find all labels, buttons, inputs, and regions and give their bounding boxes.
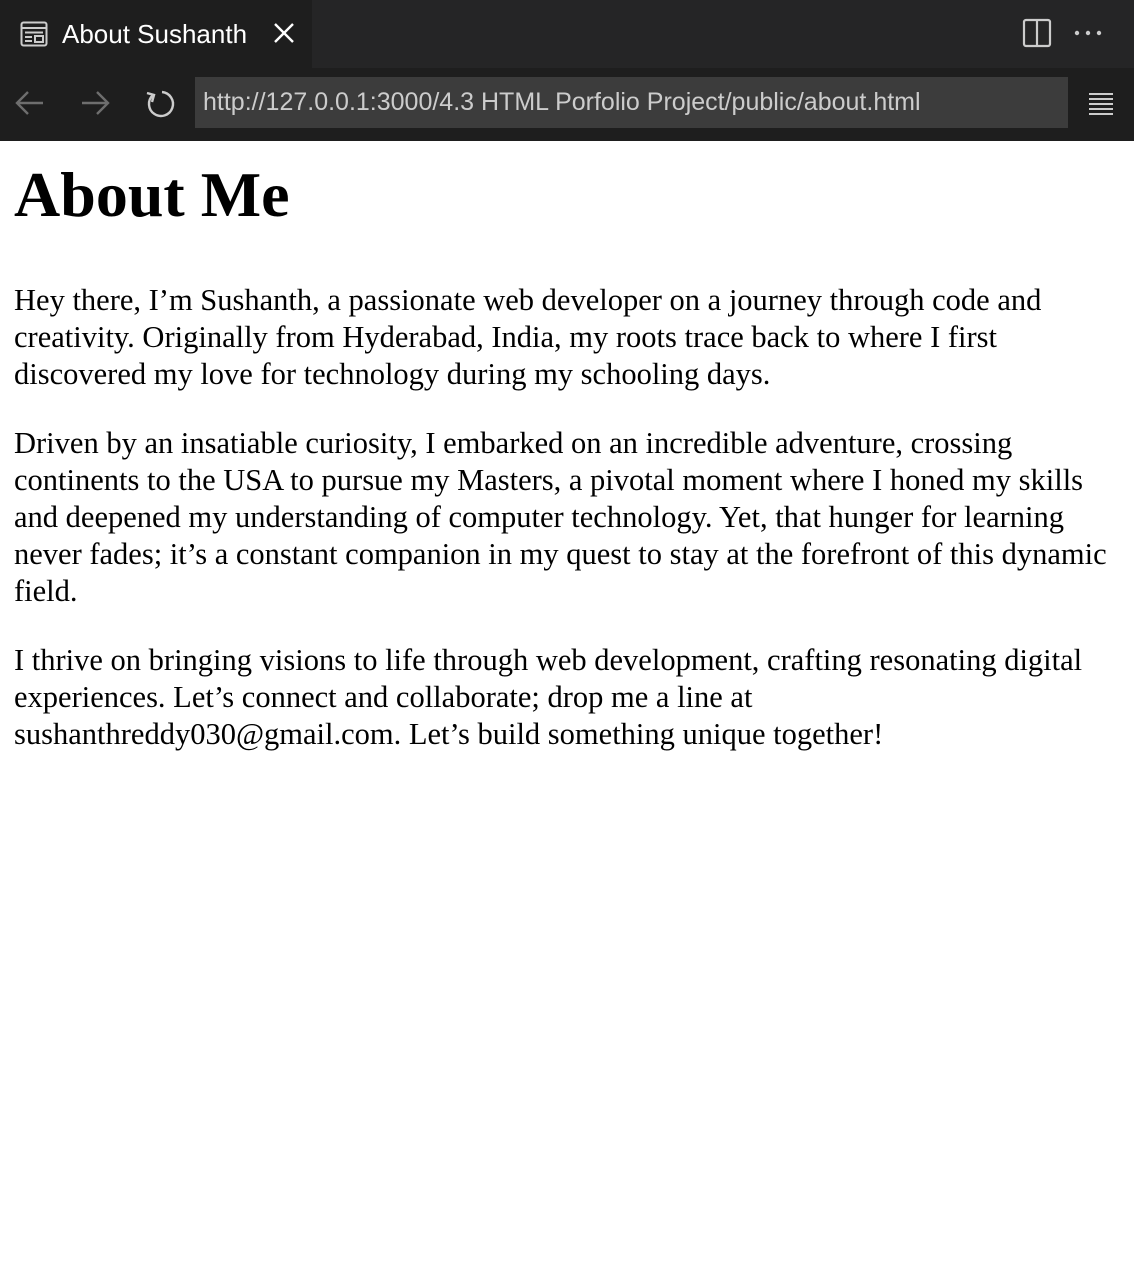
preview-icon	[20, 21, 48, 47]
url-input[interactable]	[195, 77, 1068, 128]
more-actions-icon[interactable]	[1072, 18, 1104, 48]
menu-icon[interactable]	[1086, 89, 1116, 119]
reload-icon[interactable]	[143, 86, 177, 120]
page-content: About Me Hey there, I’m Sushanth, a pass…	[14, 141, 1114, 753]
contact-paragraph: I thrive on bringing visions to life thr…	[14, 643, 1083, 751]
browser-toolbar	[0, 68, 1134, 141]
journey-paragraph: Driven by an insatiable curiosity, I emb…	[14, 426, 1107, 608]
tab-bar: About Sushanth	[0, 0, 1134, 68]
close-icon[interactable]	[271, 20, 297, 46]
intro-paragraph: Hey there, I’m Sushanth, a passionate we…	[14, 283, 1042, 391]
tab-title: About Sushanth	[62, 19, 248, 49]
forward-arrow-icon[interactable]	[78, 86, 112, 120]
split-editor-icon[interactable]	[1022, 18, 1052, 48]
tab-about-sushanth[interactable]: About Sushanth	[0, 0, 312, 68]
page-title: About Me	[14, 159, 290, 230]
back-arrow-icon[interactable]	[13, 86, 47, 120]
